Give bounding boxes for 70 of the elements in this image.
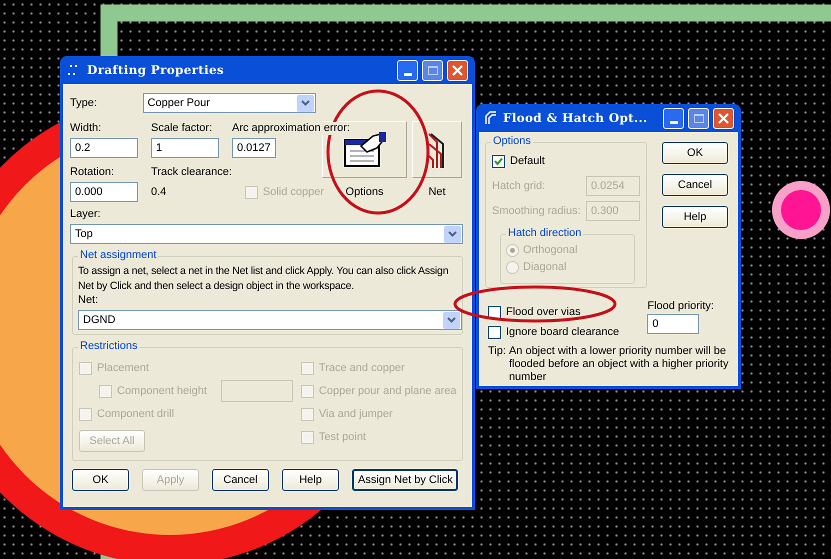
net-tool-button[interactable] (412, 121, 462, 178)
field-label: Arc approximation error: (232, 122, 350, 135)
checkbox-label: Flood over vias (506, 306, 581, 318)
dropdown[interactable]: Copper Pour (142, 93, 316, 113)
field-label: Net: (78, 294, 100, 307)
tool-label: Net (428, 186, 446, 199)
checkbox-label: Ignore board clearance (506, 326, 620, 338)
dialog-button[interactable]: OK (72, 469, 129, 491)
minimize-icon (404, 72, 412, 76)
checkbox-label: Default (510, 154, 545, 168)
checkbox-label: Component drill (97, 408, 174, 420)
field-label: Type: (70, 96, 98, 110)
dialog-button[interactable]: Cancel (212, 469, 269, 491)
close-button[interactable] (713, 108, 734, 128)
maximize-icon (428, 66, 438, 74)
tip-label: Tip: (488, 345, 506, 359)
field-label: Width: (70, 122, 102, 135)
field-label: Flood priority: (647, 300, 714, 313)
input-field[interactable]: 1 (151, 138, 219, 158)
input-field[interactable] (220, 380, 293, 402)
input-field[interactable]: 0.2 (70, 138, 138, 158)
radio-label: Diagonal (523, 260, 566, 275)
tip-text: An object with a lower priority number will be flooded before an object with a higher priority number (508, 345, 730, 384)
pad-drawing (772, 181, 830, 239)
field-label: Rotation: (70, 166, 116, 179)
dialog-button[interactable]: Help (282, 469, 339, 491)
dialog-button[interactable]: Cancel (662, 174, 728, 196)
checkbox[interactable] (488, 326, 501, 338)
track-clearance-value: 0.4 (151, 186, 166, 199)
form-with-hand-icon (342, 132, 386, 168)
checkbox[interactable] (488, 306, 501, 318)
radio-label: Orthogonal (523, 243, 578, 258)
dialog-button[interactable]: Assign Net by Click (352, 469, 458, 491)
checkbox-label: Component height (117, 384, 207, 398)
options-tool-button[interactable] (322, 121, 407, 178)
dropdown[interactable]: Top (70, 224, 463, 244)
field-label: Track clearance: (151, 166, 232, 179)
maximize-icon (694, 114, 704, 122)
field-label: Smoothing radius: (492, 204, 581, 218)
field-label: Scale factor: (151, 122, 212, 135)
minimize-button[interactable] (663, 108, 684, 128)
app-icon (483, 110, 499, 126)
dropdown[interactable]: DGND (78, 310, 462, 330)
close-icon (452, 64, 463, 76)
checkbox-label: Via and jumper (318, 408, 393, 420)
field-label: Hatch grid: (492, 180, 546, 192)
input-field[interactable]: 0.000 (70, 182, 138, 202)
group-title: Net assignment (78, 249, 158, 262)
maximize-button[interactable] (422, 60, 443, 80)
checkbox[interactable] (492, 154, 505, 168)
group-title: Options (491, 135, 533, 148)
checkbox-label: Copper pour and plane area (318, 384, 457, 398)
input-field[interactable]: 0.0127 (232, 138, 276, 158)
minimize-icon (670, 120, 678, 124)
close-icon (718, 112, 729, 124)
window-title: Drafting Properties (87, 62, 225, 79)
maximize-button[interactable] (688, 108, 709, 128)
minimize-button[interactable] (397, 60, 418, 80)
checkbox-label: Solid copper (262, 186, 324, 198)
instruction-text: To assign a net, select a net in the Net list and click Apply. You can also click Assign Net by Click and then select a design object in the workspace. (78, 264, 450, 294)
field-label: Layer: (70, 208, 102, 221)
checkbox-label: Placement (97, 362, 149, 374)
dialog-button[interactable]: OK (662, 142, 728, 164)
dialog-button[interactable]: Help (662, 206, 728, 228)
checkbox-label: Test point (318, 430, 366, 444)
window-title: Flood & Hatch Opt... (503, 110, 648, 127)
tool-label: Options (346, 186, 384, 199)
checkbox-label: Trace and copper (318, 362, 405, 374)
input-field[interactable]: 0 (647, 314, 700, 334)
close-button[interactable] (447, 60, 468, 80)
